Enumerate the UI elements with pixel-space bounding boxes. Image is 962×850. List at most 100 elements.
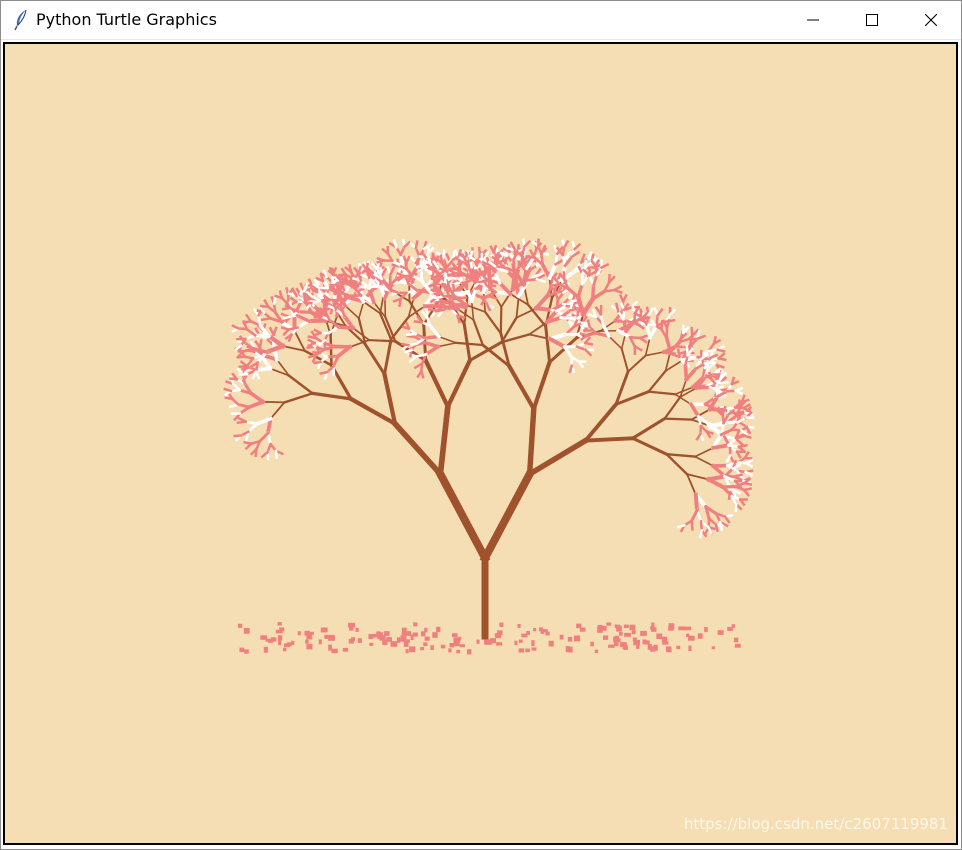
petal xyxy=(514,640,518,646)
blossom xyxy=(331,267,336,277)
petal xyxy=(372,633,379,638)
petal xyxy=(304,630,310,636)
blossom xyxy=(698,528,704,539)
petal xyxy=(424,627,428,633)
petal xyxy=(297,631,301,636)
close-icon xyxy=(925,13,937,26)
blossom xyxy=(274,449,278,460)
petal xyxy=(309,631,314,635)
blossom xyxy=(742,434,752,440)
petal xyxy=(613,636,617,643)
blossom xyxy=(324,304,328,314)
petal xyxy=(420,647,425,651)
petal xyxy=(238,623,243,628)
petal xyxy=(608,644,615,648)
petal xyxy=(436,626,441,633)
petal xyxy=(283,647,287,652)
petal xyxy=(650,627,657,632)
blossom xyxy=(414,240,419,250)
petal xyxy=(665,646,672,652)
maximize-button[interactable] xyxy=(849,0,895,39)
petal xyxy=(357,638,362,643)
petal xyxy=(565,646,571,652)
petal xyxy=(518,639,523,643)
petal xyxy=(594,649,599,654)
petal xyxy=(396,637,401,643)
petal xyxy=(476,639,480,644)
petal xyxy=(632,637,637,642)
petal xyxy=(606,622,612,626)
petal xyxy=(499,622,504,627)
petal xyxy=(540,630,545,634)
blossom xyxy=(319,273,325,283)
watermark: https://blog.csdn.net/c2607119981 xyxy=(683,815,948,833)
petal xyxy=(430,645,434,650)
petal xyxy=(661,636,668,642)
blossom xyxy=(742,481,753,486)
petal xyxy=(533,627,537,632)
petal xyxy=(452,633,458,638)
petal xyxy=(656,633,663,639)
blossom xyxy=(241,366,252,371)
blossom xyxy=(615,302,620,313)
petal xyxy=(432,632,438,638)
petal xyxy=(423,642,428,647)
blossom xyxy=(439,254,444,265)
title-bar[interactable]: Python Turtle Graphics xyxy=(0,0,962,40)
petal xyxy=(291,640,295,645)
petal xyxy=(244,649,249,654)
blossom xyxy=(419,268,424,283)
petal xyxy=(567,637,573,642)
branch xyxy=(499,305,503,335)
branch xyxy=(663,417,693,421)
petal xyxy=(377,634,383,640)
blossom xyxy=(694,385,712,390)
petal xyxy=(597,627,603,633)
blossom xyxy=(313,360,322,365)
minimize-button[interactable] xyxy=(790,0,836,39)
petal xyxy=(467,649,472,655)
blossom xyxy=(472,279,482,284)
petal xyxy=(602,626,607,631)
petal xyxy=(697,633,703,639)
petal xyxy=(384,631,390,636)
blossom xyxy=(533,306,555,313)
close-button[interactable] xyxy=(908,0,954,39)
petal xyxy=(687,635,695,641)
petal xyxy=(727,626,733,631)
blossom xyxy=(434,308,445,313)
petal xyxy=(331,648,338,654)
blossom xyxy=(568,364,574,374)
petal xyxy=(306,643,313,650)
petal xyxy=(279,627,285,632)
petal xyxy=(401,627,407,633)
petal xyxy=(405,649,409,654)
blossom xyxy=(660,319,664,331)
blossom xyxy=(703,360,715,365)
petal xyxy=(668,623,675,630)
petal xyxy=(348,638,354,644)
petal xyxy=(456,649,461,654)
petal xyxy=(440,644,446,649)
blossom xyxy=(446,272,458,278)
petal xyxy=(676,645,681,650)
petal xyxy=(320,627,328,633)
blossom xyxy=(348,264,353,274)
minimize-icon xyxy=(807,14,819,26)
blossom xyxy=(562,271,566,281)
blossom xyxy=(303,301,313,305)
blossom xyxy=(401,342,410,347)
blossom xyxy=(714,522,719,533)
blossom xyxy=(676,348,681,359)
blossom xyxy=(254,366,273,373)
blossom xyxy=(441,249,446,260)
petal xyxy=(517,624,521,628)
petal xyxy=(559,634,564,640)
blossom xyxy=(356,265,362,275)
petal xyxy=(263,646,268,653)
petal xyxy=(268,639,274,643)
turtle-canvas[interactable]: https://blog.csdn.net/c2607119981 xyxy=(3,42,958,845)
petal xyxy=(328,634,335,641)
petal xyxy=(382,635,386,641)
petal xyxy=(409,646,416,653)
